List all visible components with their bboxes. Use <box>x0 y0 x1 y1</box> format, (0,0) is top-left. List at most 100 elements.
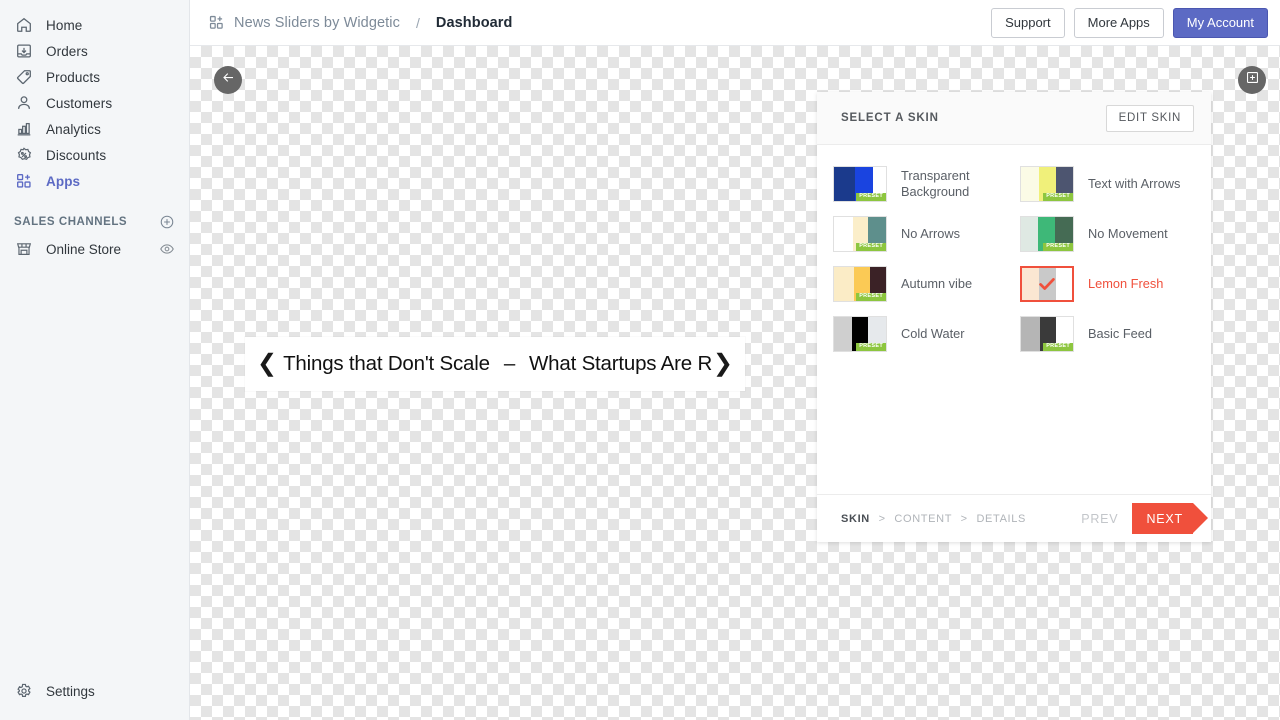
news-slider-preview[interactable]: ❮ Things that Don't Scale – What Startups … <box>245 337 745 391</box>
skin-thumbnail[interactable]: PRESET <box>833 166 887 202</box>
sales-channels-title: SALES CHANNELS <box>14 216 128 228</box>
back-button[interactable] <box>214 66 242 94</box>
thumbnail-stripe <box>1021 217 1038 251</box>
sidebar-item-analytics[interactable]: Analytics <box>8 116 181 142</box>
discount-icon <box>14 145 34 165</box>
thumbnail-stripe <box>834 317 853 351</box>
topbar-buttons: Support More Apps My Account <box>991 7 1268 38</box>
sidebar-item-label: Home <box>46 17 83 33</box>
step-content[interactable]: CONTENT <box>894 513 952 525</box>
skin-thumbnail[interactable]: PRESET <box>1020 166 1074 202</box>
skin-thumbnail[interactable]: PRESET <box>1020 216 1074 252</box>
preset-badge: PRESET <box>856 342 886 351</box>
eye-icon[interactable] <box>159 241 175 257</box>
skin-panel-body: PRESET Transparent Background PRESET Text w… <box>817 145 1211 494</box>
step-skin[interactable]: SKIN <box>841 513 870 525</box>
skin-option[interactable]: PRESET Cold Water <box>827 309 1014 359</box>
skin-option-label: Lemon Fresh <box>1088 275 1164 291</box>
arrow-left-icon <box>221 70 236 90</box>
skin-option-label: Text with Arrows <box>1088 175 1181 191</box>
skin-panel-header: SELECT A SKIN EDIT SKIN <box>817 92 1211 145</box>
skin-option[interactable]: Lemon Fresh <box>1014 259 1201 309</box>
skin-thumbnail[interactable]: PRESET <box>833 216 887 252</box>
sidebar-item-apps[interactable]: Apps <box>8 168 181 194</box>
sidebar-item-online-store[interactable]: Online Store <box>8 236 181 262</box>
next-button[interactable]: NEXT <box>1132 503 1208 534</box>
wizard-steps: SKIN > CONTENT > DETAILS <box>841 513 1026 525</box>
prev-button[interactable]: PREV <box>1081 512 1132 526</box>
sidebar-item-label: Online Store <box>46 241 122 257</box>
skin-option-label: No Arrows <box>901 225 961 241</box>
preset-badge: PRESET <box>1043 192 1073 201</box>
skin-option[interactable]: PRESET Basic Feed <box>1014 309 1201 359</box>
sidebar-item-label: Products <box>46 69 101 85</box>
thumbnail-stripe <box>834 167 855 201</box>
skin-option-label: Basic Feed <box>1088 325 1153 341</box>
step-separator: > <box>878 512 886 525</box>
slider-headline-track: Things that Don't Scale – What Startups Ar… <box>277 352 713 376</box>
fit-to-frame-icon <box>1245 70 1260 90</box>
app-root: Home Orders Products Customers Analytics… <box>0 0 1280 720</box>
breadcrumb-separator: / <box>415 14 420 31</box>
plus-circle-icon[interactable] <box>159 214 175 230</box>
edit-skin-button[interactable]: EDIT SKIN <box>1105 104 1194 132</box>
slider-headline-right[interactable]: What Startups Are Reall <box>529 352 713 375</box>
skin-option[interactable]: PRESET No Arrows <box>827 209 1014 259</box>
support-button[interactable]: Support <box>991 7 1065 38</box>
sidebar-item-label: Orders <box>46 43 88 59</box>
preset-badge: PRESET <box>856 292 886 301</box>
more-apps-button[interactable]: More Apps <box>1073 7 1164 38</box>
thumbnail-stripe <box>1021 317 1040 351</box>
chevron-left-icon[interactable]: ❮ <box>257 352 277 376</box>
skin-thumbnail[interactable]: PRESET <box>833 266 887 302</box>
slider-headline-left[interactable]: Things that Don't Scale <box>283 352 490 375</box>
preset-badge: PRESET <box>856 242 886 251</box>
sidebar-item-settings[interactable]: Settings <box>8 678 182 704</box>
orders-icon <box>14 41 34 61</box>
sidebar-item-label: Customers <box>46 95 113 111</box>
skin-grid: PRESET Transparent Background PRESET Text w… <box>827 159 1201 359</box>
sidebar-item-discounts[interactable]: Discounts <box>8 142 181 168</box>
sidebar-item-label: Apps <box>46 173 81 189</box>
skin-thumbnail[interactable] <box>1020 266 1074 302</box>
wizard-nav-buttons: PREV NEXT <box>1081 503 1211 534</box>
apps-icon <box>14 171 34 191</box>
store-icon <box>14 239 34 259</box>
person-icon <box>14 93 34 113</box>
breadcrumb-app-name[interactable]: News Sliders by Widgetic <box>234 15 400 31</box>
skin-option[interactable]: PRESET No Movement <box>1014 209 1201 259</box>
my-account-button[interactable]: My Account <box>1172 7 1268 38</box>
skin-thumbnail[interactable]: PRESET <box>833 316 887 352</box>
step-details[interactable]: DETAILS <box>976 513 1026 525</box>
skin-option[interactable]: PRESET Autumn vibe <box>827 259 1014 309</box>
sidebar-item-label: Settings <box>46 683 95 699</box>
preset-badge: PRESET <box>1043 342 1073 351</box>
sidebar-item-customers[interactable]: Customers <box>8 90 181 116</box>
bar-chart-icon <box>14 119 34 139</box>
gear-icon <box>14 681 34 701</box>
skin-panel-title: SELECT A SKIN <box>841 112 939 124</box>
sidebar-item-orders[interactable]: Orders <box>8 38 181 64</box>
home-icon <box>14 15 34 35</box>
thumbnail-stripe <box>834 217 853 251</box>
skin-option[interactable]: PRESET Text with Arrows <box>1014 159 1201 209</box>
skin-option[interactable]: PRESET Transparent Background <box>827 159 1014 209</box>
main-area: News Sliders by Widgetic / Dashboard Sup… <box>190 0 1280 720</box>
slider-headline-separator: – <box>503 352 516 375</box>
preset-badge: PRESET <box>1043 242 1073 251</box>
check-icon <box>1022 268 1072 300</box>
sidebar: Home Orders Products Customers Analytics… <box>0 0 190 720</box>
skin-option-label: Autumn vibe <box>901 275 973 291</box>
fit-to-frame-button[interactable] <box>1238 66 1266 94</box>
skin-selection-panel: SELECT A SKIN EDIT SKIN PRESET Transparen… <box>817 92 1211 542</box>
thumbnail-stripe <box>834 267 854 301</box>
skin-thumbnail[interactable]: PRESET <box>1020 316 1074 352</box>
breadcrumb: News Sliders by Widgetic / Dashboard <box>208 14 513 31</box>
sidebar-item-home[interactable]: Home <box>8 12 181 38</box>
sidebar-item-products[interactable]: Products <box>8 64 181 90</box>
preset-badge: PRESET <box>856 192 886 201</box>
thumbnail-stripe <box>1021 167 1039 201</box>
sidebar-item-label: Analytics <box>46 121 101 137</box>
topbar: News Sliders by Widgetic / Dashboard Sup… <box>190 0 1280 46</box>
chevron-right-icon[interactable]: ❯ <box>713 352 733 376</box>
